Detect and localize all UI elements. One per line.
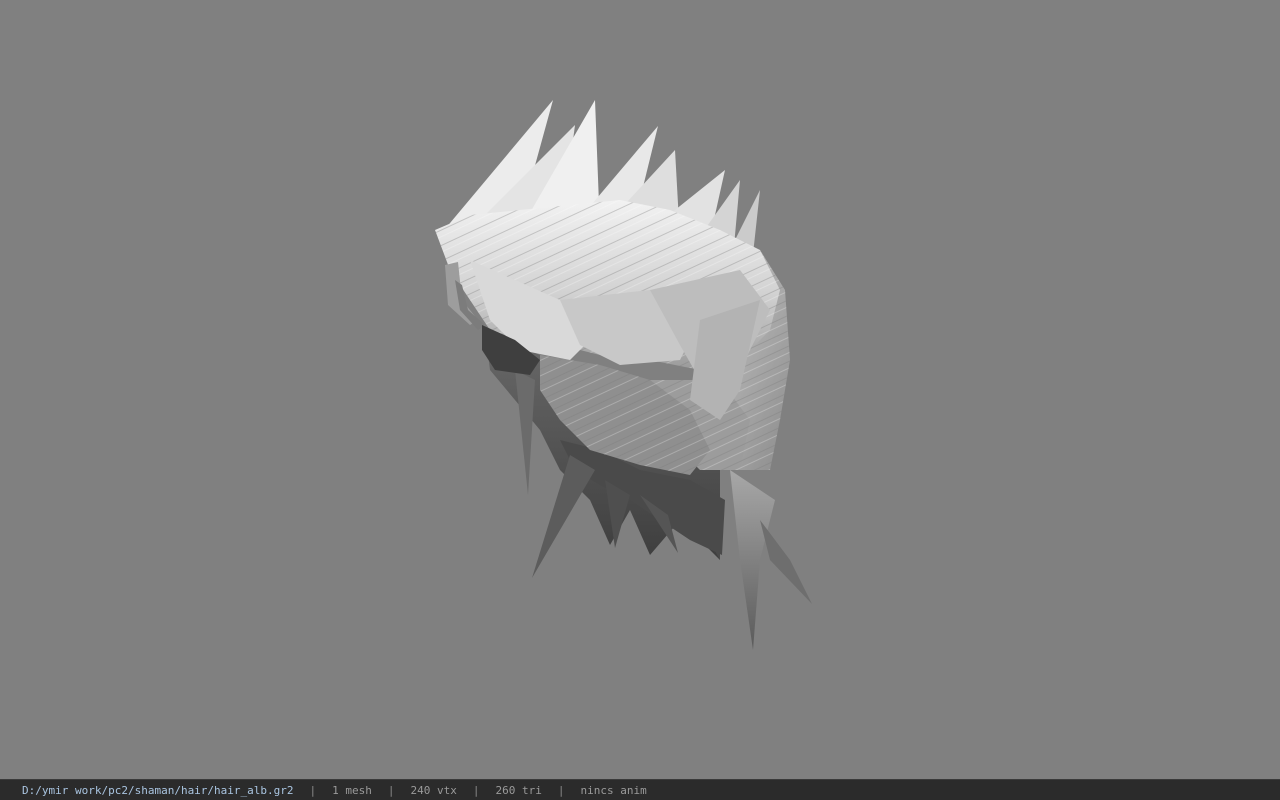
- 3d-viewport[interactable]: [0, 0, 1280, 779]
- separator: |: [557, 783, 565, 797]
- separator: |: [387, 783, 395, 797]
- mesh-count-text: 1 mesh: [332, 783, 372, 797]
- triangle-count-text: 260 tri: [495, 783, 542, 797]
- vertex-count-text: 240 vtx: [410, 783, 457, 797]
- separator: |: [309, 783, 317, 797]
- anim-status-text: nincs anim: [580, 783, 647, 797]
- separator: |: [472, 783, 480, 797]
- hair-model-render: [435, 100, 812, 650]
- status-bar: D:/ymir work/pc2/shaman/hair/hair_alb.gr…: [0, 779, 1280, 800]
- file-path-text: D:/ymir work/pc2/shaman/hair/hair_alb.gr…: [22, 783, 294, 797]
